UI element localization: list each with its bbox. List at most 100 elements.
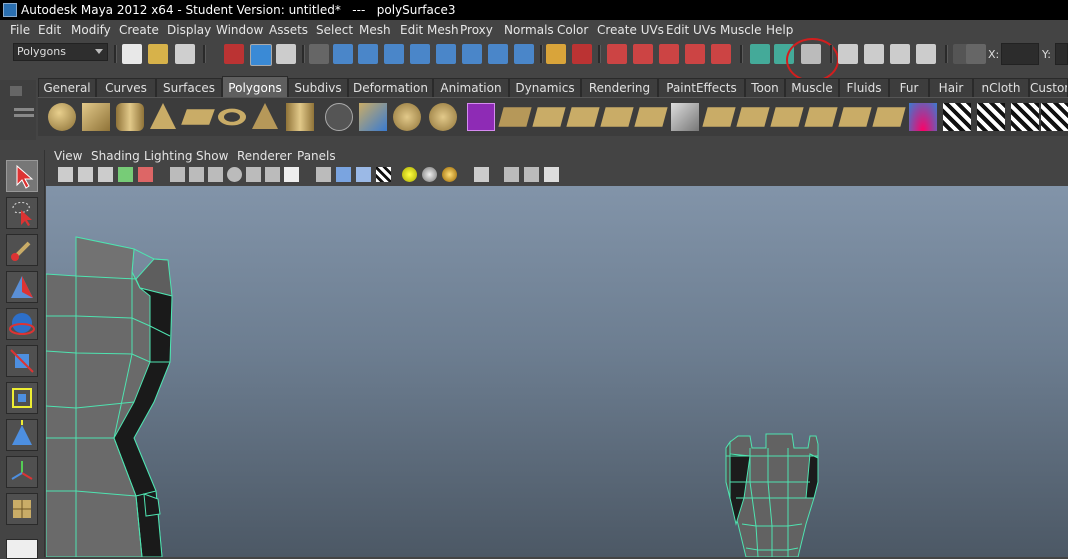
- menu-assets[interactable]: Assets: [269, 23, 308, 37]
- select-by-hierarchy-icon[interactable]: [224, 44, 244, 64]
- select-joints-icon[interactable]: [358, 44, 378, 64]
- menu-mesh[interactable]: Mesh: [359, 23, 391, 37]
- bevel-icon[interactable]: [702, 107, 736, 127]
- gate-mask-icon[interactable]: [227, 167, 242, 182]
- snap-to-points-icon[interactable]: [659, 44, 679, 64]
- merge-edge-icon[interactable]: [770, 107, 804, 127]
- split-polygon-icon[interactable]: [600, 107, 634, 127]
- menu-edit-mesh[interactable]: Edit Mesh: [400, 23, 459, 37]
- soft-modification-tool-icon[interactable]: [6, 419, 38, 451]
- xray-icon[interactable]: [504, 167, 519, 182]
- bookmarks-icon[interactable]: [98, 167, 113, 182]
- wireframe-icon[interactable]: [316, 167, 331, 182]
- open-scene-icon[interactable]: [148, 44, 168, 64]
- combine-icon[interactable]: [325, 103, 353, 131]
- xray-joints-icon[interactable]: [524, 167, 539, 182]
- field-chart-icon[interactable]: [246, 167, 261, 182]
- menu-window[interactable]: Window: [216, 23, 263, 37]
- tab-dynamics[interactable]: Dynamics: [509, 78, 581, 97]
- highlight-selection-icon[interactable]: [572, 44, 592, 64]
- select-by-object-icon[interactable]: [250, 44, 272, 66]
- merge-vertices-icon[interactable]: [736, 107, 770, 127]
- poly-pipe-icon[interactable]: [286, 103, 314, 131]
- select-dynamics-icon[interactable]: [462, 44, 482, 64]
- select-surfaces-icon[interactable]: [410, 44, 430, 64]
- menu-edit[interactable]: Edit: [38, 23, 61, 37]
- select-by-component-icon[interactable]: [276, 44, 296, 64]
- menu-select[interactable]: Select: [316, 23, 353, 37]
- tab-animation[interactable]: Animation: [433, 78, 509, 97]
- last-tool-used-icon[interactable]: [6, 493, 38, 525]
- camera-attributes-icon[interactable]: [78, 167, 93, 182]
- menu-edit-uvs[interactable]: Edit UVs: [666, 23, 716, 37]
- menu-file[interactable]: File: [10, 23, 30, 37]
- poly-cube-icon[interactable]: [82, 103, 110, 131]
- tab-fluids[interactable]: Fluids: [839, 78, 889, 97]
- menu-set-selector[interactable]: Polygons: [13, 43, 108, 61]
- poly-torus-icon[interactable]: [218, 108, 246, 126]
- new-scene-icon[interactable]: [122, 44, 142, 64]
- tab-polygons[interactable]: Polygons: [222, 76, 288, 97]
- rotate-tool-icon[interactable]: [6, 308, 38, 340]
- menu-muscle[interactable]: Muscle: [720, 23, 762, 37]
- input-connections-icon[interactable]: [750, 44, 770, 64]
- spherical-mapping-icon[interactable]: [1011, 103, 1039, 131]
- tab-fur[interactable]: Fur: [889, 78, 929, 97]
- sculpt-geometry-icon[interactable]: [909, 103, 937, 131]
- image-plane-icon[interactable]: [118, 167, 133, 182]
- offset-edge-loop-icon[interactable]: [671, 103, 699, 131]
- default-lighting-icon[interactable]: [402, 167, 417, 182]
- snap-to-grids-icon[interactable]: [607, 44, 627, 64]
- poly-sphere-icon[interactable]: [48, 103, 76, 131]
- append-polygon-icon[interactable]: [566, 107, 600, 127]
- scale-tool-icon[interactable]: [6, 345, 38, 377]
- bridge-icon[interactable]: [532, 107, 566, 127]
- move-tool-icon[interactable]: [6, 271, 38, 303]
- render-settings-icon[interactable]: [916, 44, 936, 64]
- shelf-menu-icon[interactable]: [14, 108, 34, 111]
- shelf-menu-icon[interactable]: [14, 114, 34, 117]
- safe-action-icon[interactable]: [265, 167, 280, 182]
- menu-create-uvs[interactable]: Create UVs: [597, 23, 664, 37]
- isolate-select-icon[interactable]: [474, 167, 489, 182]
- smooth-shade-icon[interactable]: [336, 167, 351, 182]
- textured-icon[interactable]: [376, 167, 391, 182]
- menu-modify[interactable]: Modify: [71, 23, 111, 37]
- y-coord-field[interactable]: [1055, 43, 1068, 65]
- xray-components-icon[interactable]: [544, 167, 559, 182]
- rook-model-right[interactable]: [725, 433, 819, 557]
- poly-cylinder-icon[interactable]: [116, 103, 144, 131]
- absolute-transform-icon[interactable]: [966, 44, 986, 64]
- two-d-pan-zoom-icon[interactable]: [138, 167, 153, 182]
- shelf-tab-toggle-icon[interactable]: [10, 86, 22, 96]
- cylindrical-mapping-icon[interactable]: [977, 103, 1005, 131]
- select-deformations-icon[interactable]: [436, 44, 456, 64]
- menu-normals[interactable]: Normals: [504, 23, 554, 37]
- tab-custom[interactable]: Custom: [1029, 78, 1068, 97]
- panel-menu-view[interactable]: View: [54, 149, 82, 163]
- layout-preset-icon[interactable]: [6, 539, 38, 559]
- save-scene-icon[interactable]: [175, 44, 195, 64]
- menu-help[interactable]: Help: [766, 23, 793, 37]
- shadows-icon[interactable]: [442, 167, 457, 182]
- menu-proxy[interactable]: Proxy: [460, 23, 493, 37]
- tab-deformation[interactable]: Deformation: [348, 78, 433, 97]
- collapse-icon[interactable]: [804, 107, 838, 127]
- render-current-frame-icon[interactable]: [864, 44, 884, 64]
- tab-general[interactable]: General: [38, 78, 96, 97]
- tab-subdivs[interactable]: Subdivs: [288, 78, 348, 97]
- snap-to-curves-icon[interactable]: [633, 44, 653, 64]
- resolution-gate-icon[interactable]: [208, 167, 223, 182]
- select-camera-icon[interactable]: [58, 167, 73, 182]
- render-view-icon[interactable]: [838, 44, 858, 64]
- tab-toon[interactable]: Toon: [745, 78, 785, 97]
- grid-icon[interactable]: [170, 167, 185, 182]
- paint-selection-tool-icon[interactable]: [6, 234, 38, 266]
- x-coord-field[interactable]: [1001, 43, 1039, 65]
- selection-mask-icon[interactable]: [309, 44, 329, 64]
- tab-surfaces[interactable]: Surfaces: [156, 78, 222, 97]
- tab-hair[interactable]: Hair: [929, 78, 973, 97]
- poly-plane-icon[interactable]: [181, 109, 215, 125]
- universal-manipulator-icon[interactable]: [6, 382, 38, 414]
- poly-pyramid-icon[interactable]: [252, 103, 278, 129]
